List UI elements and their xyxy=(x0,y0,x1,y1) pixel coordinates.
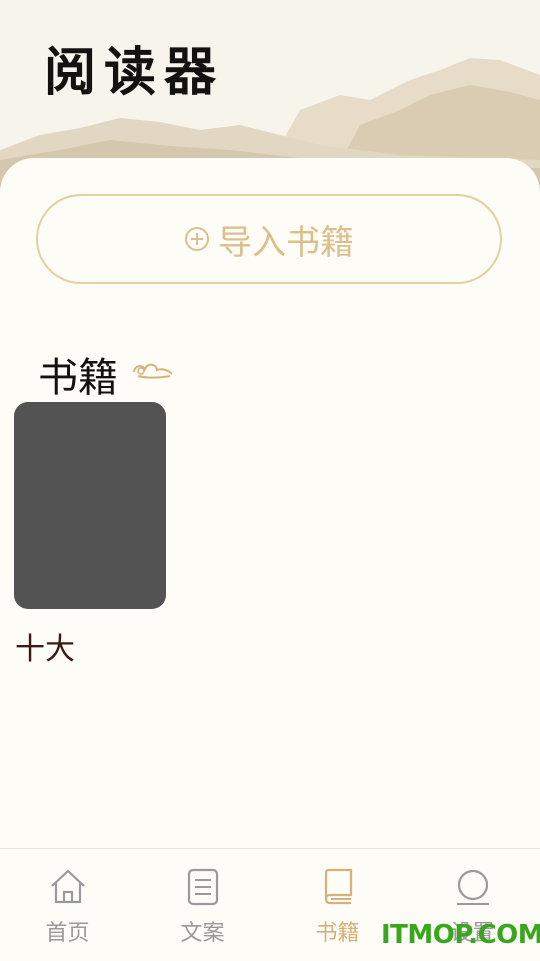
import-books-button[interactable]: 导入书籍 xyxy=(36,194,502,284)
cloud-icon xyxy=(133,363,173,379)
section-title: 书籍 xyxy=(38,355,118,401)
tab-books-label: 书籍 xyxy=(315,921,360,946)
tab-documents[interactable]: 文案 xyxy=(135,849,270,961)
plus-circle-icon xyxy=(185,227,209,251)
app-title: 阅读器 xyxy=(44,42,225,103)
home-icon xyxy=(50,869,85,904)
watermark: ITMOP.COM xyxy=(381,920,540,950)
settings-icon xyxy=(456,869,489,905)
book-icon xyxy=(324,868,352,905)
book-title[interactable]: 十大 xyxy=(15,624,75,668)
book-cover[interactable] xyxy=(14,402,166,609)
tab-home-label: 首页 xyxy=(45,921,90,946)
document-icon xyxy=(187,868,218,906)
import-books-label: 导入书籍 xyxy=(218,222,354,263)
tab-home[interactable]: 首页 xyxy=(0,849,135,961)
tab-documents-label: 文案 xyxy=(180,921,225,946)
